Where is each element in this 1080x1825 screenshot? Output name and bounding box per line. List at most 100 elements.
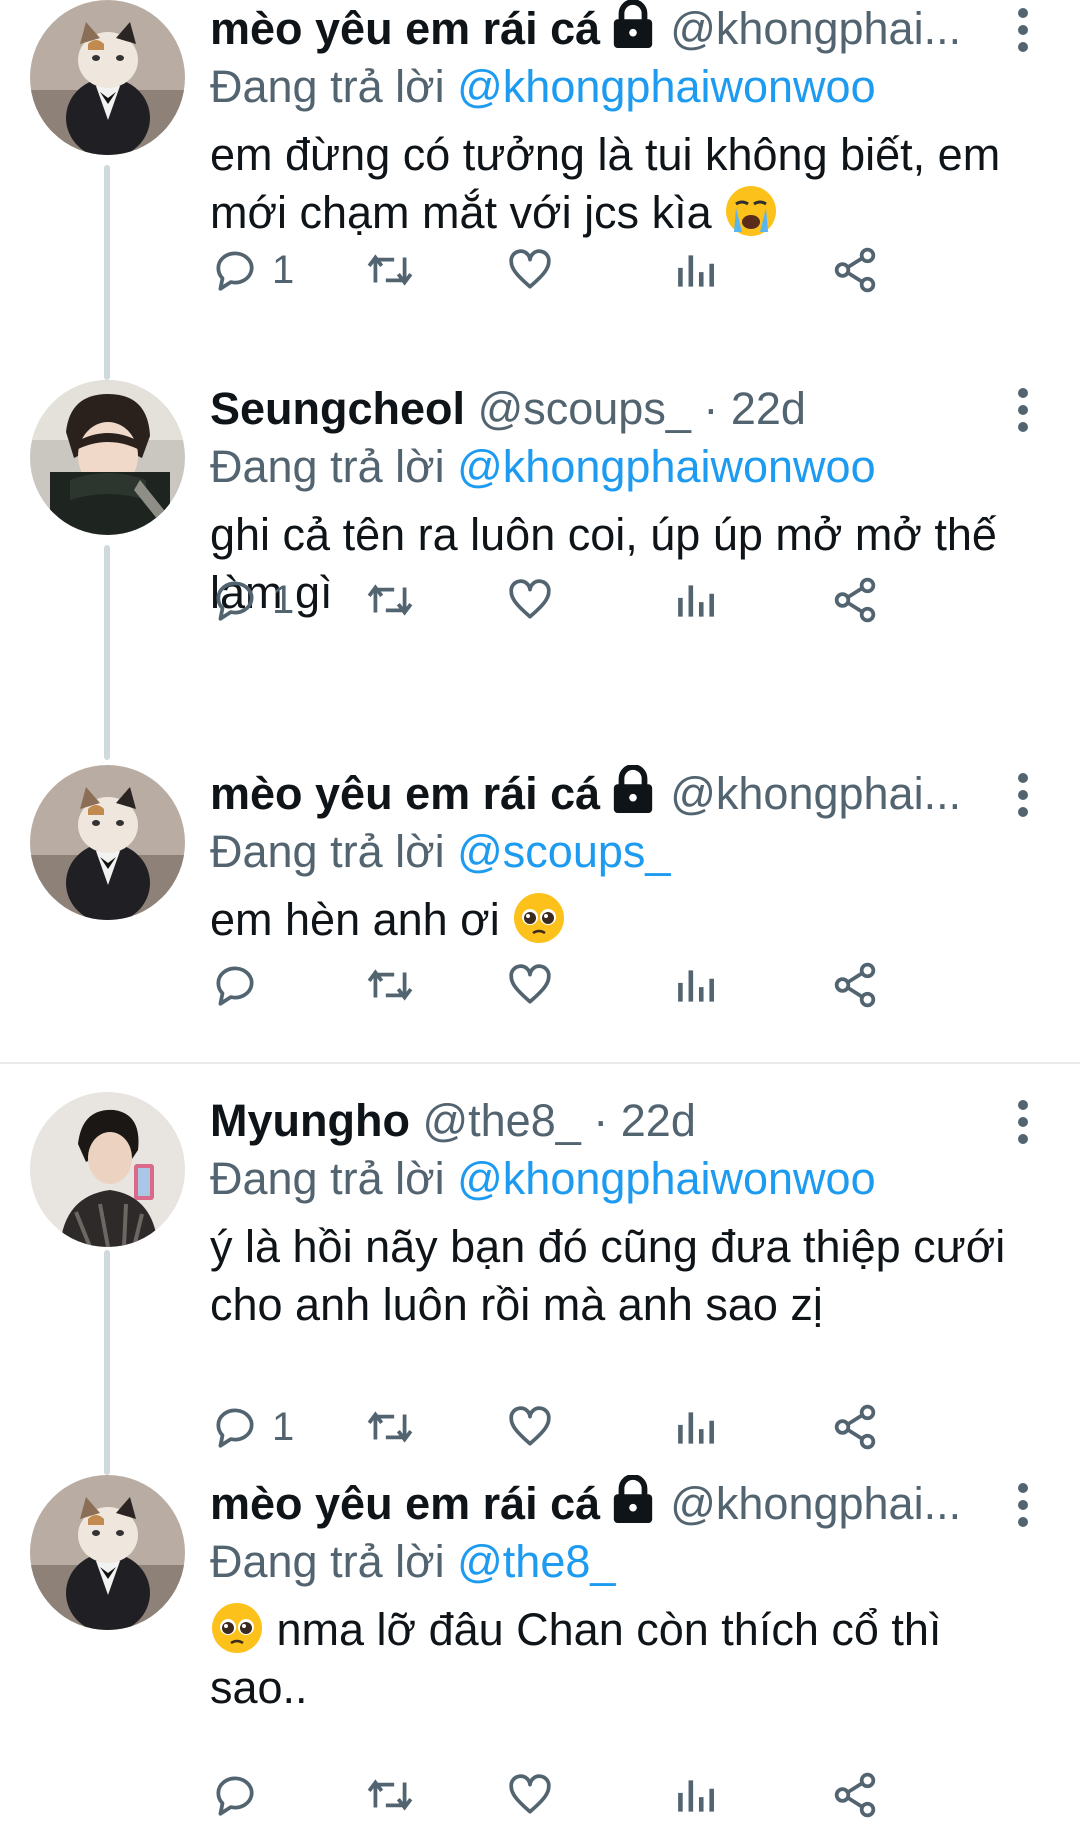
- views-button[interactable]: [670, 240, 720, 300]
- retweet-button[interactable]: [365, 955, 415, 1015]
- share-button[interactable]: [830, 1765, 880, 1825]
- replying-to: Đang trả lời @khongphaiwonwoo: [210, 1150, 876, 1208]
- reply-mention[interactable]: @khongphaiwonwoo: [457, 441, 875, 492]
- tweet-item[interactable]: mèo yêu em rái cá @khongphai... Đang trả …: [0, 1475, 1080, 1818]
- reply-icon: [216, 966, 254, 1006]
- action-bar: [210, 1765, 1010, 1825]
- like-button[interactable]: [505, 1765, 555, 1825]
- reply-count: 1: [272, 1404, 295, 1449]
- user-handle[interactable]: @khongphai...: [670, 768, 961, 819]
- heart-icon: [509, 249, 551, 289]
- timestamp[interactable]: · 22d: [593, 1095, 696, 1146]
- retweet-button[interactable]: [365, 1397, 415, 1457]
- views-button[interactable]: [670, 1765, 720, 1825]
- tweet-text-content: nma lỡ đâu Chan còn thích cổ thì sao..: [210, 1604, 942, 1713]
- heart-icon: [509, 964, 551, 1004]
- analytics-icon: [678, 585, 714, 617]
- like-button[interactable]: [505, 240, 555, 300]
- retweet-button[interactable]: [365, 570, 415, 630]
- user-handle[interactable]: @scoups_: [478, 383, 691, 434]
- reply-count: 1: [272, 247, 295, 292]
- views-button[interactable]: [670, 1397, 720, 1457]
- retweet-icon: [367, 254, 413, 286]
- more-options-icon[interactable]: [1016, 388, 1030, 432]
- action-bar: [210, 853, 1010, 913]
- tweet-header: Myungho @the8_ · 22d: [210, 1092, 696, 1150]
- user-handle[interactable]: @the8_: [422, 1095, 580, 1146]
- analytics-icon: [678, 1780, 714, 1812]
- tweet-text: em đừng có tưởng là tui không biết, em m…: [210, 126, 1010, 242]
- reply-count: 1: [272, 577, 295, 622]
- avatar[interactable]: [30, 0, 185, 155]
- avatar[interactable]: [30, 380, 185, 535]
- replying-to: Đang trả lời @khongphaiwonwoo: [210, 438, 876, 496]
- like-button[interactable]: [505, 570, 555, 630]
- action-bar: [210, 955, 1010, 1015]
- lock-icon: [614, 1475, 653, 1523]
- reply-prefix: Đang trả lời: [210, 1153, 445, 1204]
- retweet-icon: [367, 584, 413, 616]
- reply-icon: [216, 1776, 254, 1816]
- reply-button[interactable]: 1: [210, 1397, 294, 1457]
- display-name[interactable]: mèo yêu em rái cá: [210, 3, 600, 54]
- user-handle[interactable]: @khongphai...: [670, 1478, 961, 1529]
- like-button[interactable]: [505, 955, 555, 1015]
- replying-to: Đang trả lời @the8_: [210, 1533, 615, 1591]
- reply-prefix: Đang trả lời: [210, 1536, 445, 1587]
- reply-button[interactable]: [210, 955, 272, 1015]
- retweet-button[interactable]: [365, 240, 415, 300]
- reply-icon: [216, 251, 254, 291]
- analytics-icon: [678, 1412, 714, 1444]
- tweet-text: nma lỡ đâu Chan còn thích cổ thì sao..: [210, 1601, 1010, 1717]
- action-bar: 1: [210, 1397, 1010, 1457]
- analytics-icon: [678, 970, 714, 1002]
- crying-face-emoji: [726, 186, 777, 236]
- avatar[interactable]: [30, 765, 185, 920]
- display-name[interactable]: mèo yêu em rái cá: [210, 1478, 600, 1529]
- tweet-item[interactable]: Myungho @the8_ · 22d Đang trả lời @khong…: [0, 1092, 1080, 1472]
- display-name[interactable]: Myungho: [210, 1095, 410, 1146]
- retweet-button[interactable]: [365, 1765, 415, 1825]
- share-button[interactable]: [830, 1397, 880, 1457]
- lock-icon: [614, 0, 653, 48]
- tweet-text-content: ý là hồi nãy bạn đó cũng đưa thiệp cưới …: [210, 1221, 1006, 1330]
- views-button[interactable]: [670, 955, 720, 1015]
- share-button[interactable]: [830, 570, 880, 630]
- display-name[interactable]: mèo yêu em rái cá: [210, 768, 600, 819]
- share-icon: [834, 577, 876, 623]
- share-icon: [834, 1404, 876, 1450]
- more-options-icon[interactable]: [1016, 773, 1030, 817]
- reply-button[interactable]: [210, 1765, 272, 1825]
- views-button[interactable]: [670, 570, 720, 630]
- tweet-header: mèo yêu em rái cá @khongphai...: [210, 1475, 961, 1533]
- reply-prefix: Đang trả lời: [210, 441, 445, 492]
- more-options-icon[interactable]: [1016, 1483, 1030, 1527]
- timestamp[interactable]: · 22d: [703, 383, 806, 434]
- user-handle[interactable]: @khongphai...: [670, 3, 961, 54]
- share-icon: [834, 962, 876, 1008]
- avatar[interactable]: [30, 1475, 185, 1630]
- tweet-item[interactable]: Seungcheol @scoups_ · 22d Đang trả lời @…: [0, 380, 1080, 760]
- display-name[interactable]: Seungcheol: [210, 383, 465, 434]
- reply-mention[interactable]: @khongphaiwonwoo: [457, 61, 875, 112]
- tweet-item[interactable]: mèo yêu em rái cá @khongphai... Đang trả …: [0, 765, 1080, 1060]
- tweet-text-content: em đừng có tưởng là tui không biết, em m…: [210, 129, 1001, 238]
- more-options-icon[interactable]: [1016, 1100, 1030, 1144]
- reply-button[interactable]: 1: [210, 240, 294, 300]
- tweet-header: mèo yêu em rái cá @khongphai...: [210, 0, 961, 58]
- more-options-icon[interactable]: [1016, 8, 1030, 52]
- thread-divider: [0, 1062, 1080, 1064]
- action-bar: 1: [210, 570, 1010, 630]
- reply-button[interactable]: 1: [210, 570, 294, 630]
- share-button[interactable]: [830, 240, 880, 300]
- share-button[interactable]: [830, 955, 880, 1015]
- reply-mention[interactable]: @the8_: [457, 1536, 615, 1587]
- like-button[interactable]: [505, 1397, 555, 1457]
- reply-mention[interactable]: @khongphaiwonwoo: [457, 1153, 875, 1204]
- lock-icon: [614, 765, 653, 813]
- share-icon: [834, 247, 876, 293]
- share-icon: [834, 1772, 876, 1818]
- tweet-header: mèo yêu em rái cá @khongphai...: [210, 765, 961, 823]
- avatar[interactable]: [30, 1092, 185, 1247]
- tweet-item[interactable]: mèo yêu em rái cá @khongphai... Đang trả …: [0, 0, 1080, 380]
